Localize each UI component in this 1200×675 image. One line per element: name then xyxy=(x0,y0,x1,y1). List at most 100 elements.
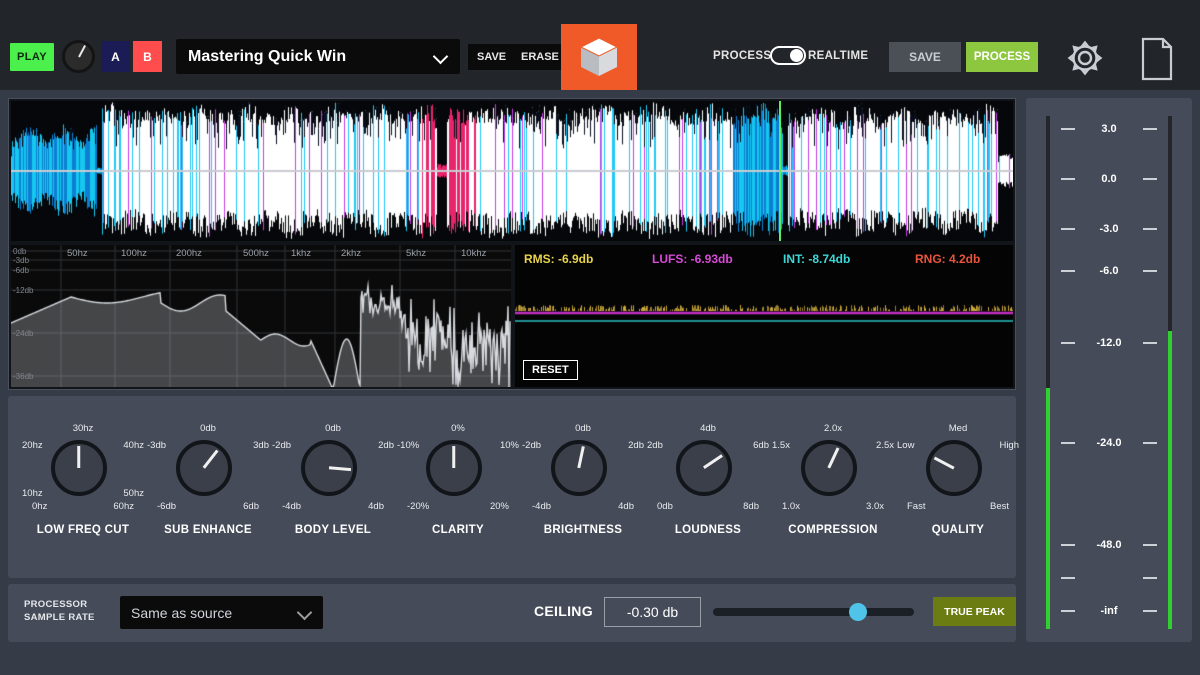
preset-dropdown[interactable]: Mastering Quick Win xyxy=(176,39,460,74)
ceiling-slider[interactable] xyxy=(713,603,914,621)
reset-button[interactable]: RESET xyxy=(523,360,578,380)
knob-sub-enhance[interactable]: 0db -3db 3db -6db 6db SUB ENHANCE xyxy=(145,396,271,578)
sample-rate-dropdown[interactable]: Same as source xyxy=(120,596,323,629)
save-preset-button[interactable]: SAVE xyxy=(468,44,516,70)
meter-tick-right xyxy=(1143,128,1157,130)
true-peak-label: TRUE PEAK xyxy=(944,605,1005,618)
spectrum-canvas xyxy=(11,245,511,387)
realtime-toggle[interactable] xyxy=(770,46,806,65)
knob-label: QUALITY xyxy=(931,524,985,536)
meter-tick-right xyxy=(1143,342,1157,344)
ab-b-label: B xyxy=(143,49,152,64)
knob-pointer xyxy=(703,454,723,470)
chevron-down-icon xyxy=(298,606,312,620)
knob-tick-label: 6db xyxy=(243,501,259,512)
erase-preset-button[interactable]: ERASE xyxy=(512,44,568,70)
ab-compare-a-button[interactable]: A xyxy=(101,41,130,72)
meter-tick-left xyxy=(1061,128,1075,130)
knob-label: BODY LEVEL xyxy=(294,524,372,536)
gear-icon xyxy=(1067,40,1103,76)
meter-tick-right xyxy=(1143,610,1157,612)
meter-tick-right xyxy=(1143,270,1157,272)
monitor-gain-knob[interactable] xyxy=(62,40,95,73)
knob-compression[interactable]: 2.0x 1.5x 2.5x 1.0x 3.0x COMPRESSION xyxy=(770,396,896,578)
knob-dial[interactable] xyxy=(676,440,732,496)
knob-dial[interactable] xyxy=(926,440,982,496)
parameter-knob-panel: 30hz 20hz 40hz 10hz 50hz 0hz 60hz LOW FREQ CUT 0… xyxy=(8,396,1019,578)
knob-dial[interactable] xyxy=(176,440,232,496)
play-button-label: PLAY xyxy=(17,51,47,63)
meter-tick-left xyxy=(1061,577,1075,579)
meter-tick-left xyxy=(1061,442,1075,444)
knob-quality[interactable]: Med Low High Fast Best QUALITY xyxy=(895,396,1021,578)
knob-tick-label: -2db xyxy=(522,440,542,451)
ab-compare-b-button[interactable]: B xyxy=(133,41,162,72)
output-level-meter: 3.0 0.0 -3.0 -6.0 -12.0 -24.0 -48.0 -inf xyxy=(1026,98,1192,642)
mastering-app-window: PLAY A B Mastering Quick Win SAVE ERASE xyxy=(0,0,1200,675)
knob-tick-label: 2db xyxy=(647,440,663,451)
knob-dial[interactable] xyxy=(51,440,107,496)
knob-dial[interactable] xyxy=(426,440,482,496)
knob-tick-label: 50hz xyxy=(123,488,144,499)
playhead-marker[interactable] xyxy=(779,101,781,241)
save-button[interactable]: SAVE xyxy=(889,42,961,72)
spectrum-analyzer[interactable]: 50hz 100hz 200hz 500hz 1khz 2khz 5khz 10khz 0db… xyxy=(11,245,511,387)
knob-tick-label: -20% xyxy=(407,501,430,512)
knob-tick-label: 2db xyxy=(628,440,644,451)
knob-tick-label: -2db xyxy=(272,440,292,451)
knob-loudness[interactable]: 4db 2db 6db 0db 8db LOUDNESS xyxy=(645,396,771,578)
knob-tick-label: 8db xyxy=(743,501,759,512)
sample-rate-value: Same as source xyxy=(131,604,233,621)
spectrum-freq-label: 200hz xyxy=(176,248,202,259)
ceiling-slider-handle[interactable] xyxy=(848,603,867,621)
play-button[interactable]: PLAY xyxy=(10,43,54,71)
knob-tick-label: 20% xyxy=(489,501,509,512)
spectrum-freq-label: 100hz xyxy=(121,248,147,259)
spectrum-db-label: -12db xyxy=(13,286,34,295)
reset-button-label: RESET xyxy=(532,364,569,376)
knob-tick-label: -4db xyxy=(282,501,302,512)
knob-clarity[interactable]: 0% -10% 10% -20% 20% CLARITY xyxy=(395,396,521,578)
spectrum-freq-label: 2khz xyxy=(341,248,362,259)
knob-dial[interactable] xyxy=(801,440,857,496)
true-peak-button[interactable]: TRUE PEAK xyxy=(933,597,1016,626)
meter-tick-right xyxy=(1143,228,1157,230)
process-button[interactable]: PROCESS xyxy=(966,42,1038,72)
knob-tick-label: 6db xyxy=(753,440,769,451)
document-icon xyxy=(1141,37,1173,81)
knob-low-freq-cut[interactable]: 30hz 20hz 40hz 10hz 50hz 0hz 60hz LOW FREQ CUT xyxy=(20,396,146,578)
spectrum-freq-label: 5khz xyxy=(406,248,427,259)
knob-brightness[interactable]: 0db -2db 2db -4db 4db BRIGHTNESS xyxy=(520,396,646,578)
knob-pointer xyxy=(77,446,81,468)
knob-pointer xyxy=(933,456,955,470)
loudness-readout: INT: -8.74db xyxy=(783,252,851,266)
analysis-panel: 50hz 100hz 200hz 500hz 1khz 2khz 5khz 10khz 0db… xyxy=(8,98,1016,390)
cube-icon xyxy=(579,37,619,76)
waveform-display[interactable] xyxy=(11,101,1013,241)
knob-tick-label: 0% xyxy=(451,423,465,434)
ceiling-value-field[interactable]: -0.30 db xyxy=(604,597,701,627)
spectrum-db-label: -3db xyxy=(13,256,30,265)
knob-label: COMPRESSION xyxy=(788,524,878,536)
loudness-history-canvas xyxy=(515,245,1013,387)
knob-tick-label: 40hz xyxy=(123,440,144,451)
knob-tick-label: 20hz xyxy=(22,440,43,451)
knob-tick-label: -3db xyxy=(147,440,167,451)
knob-tick-label: 0db xyxy=(200,423,216,434)
knob-tick-label: 1.0x xyxy=(782,501,800,512)
knob-tick-label: 2.0x xyxy=(824,423,842,434)
save-preset-label: SAVE xyxy=(477,51,507,63)
knob-label: CLARITY xyxy=(432,524,484,536)
knob-label: BRIGHTNESS xyxy=(543,524,623,536)
knob-dial[interactable] xyxy=(551,440,607,496)
knob-label: LOUDNESS xyxy=(674,524,742,536)
knob-dial[interactable] xyxy=(301,440,357,496)
knob-tick-label: Med xyxy=(948,423,968,434)
realtime-toggle-knob xyxy=(790,49,803,62)
file-button[interactable] xyxy=(1137,36,1177,87)
process-button-label: PROCESS xyxy=(973,51,1031,63)
spectrum-db-label: -36db xyxy=(13,372,34,381)
knob-body-level[interactable]: 0db -2db 2db -4db 4db BODY LEVEL xyxy=(270,396,396,578)
loudness-history-graph[interactable]: RMS: -6.9db LUFS: -6.93db INT: -8.74db RNG:… xyxy=(515,245,1013,387)
settings-button[interactable] xyxy=(1065,38,1105,83)
